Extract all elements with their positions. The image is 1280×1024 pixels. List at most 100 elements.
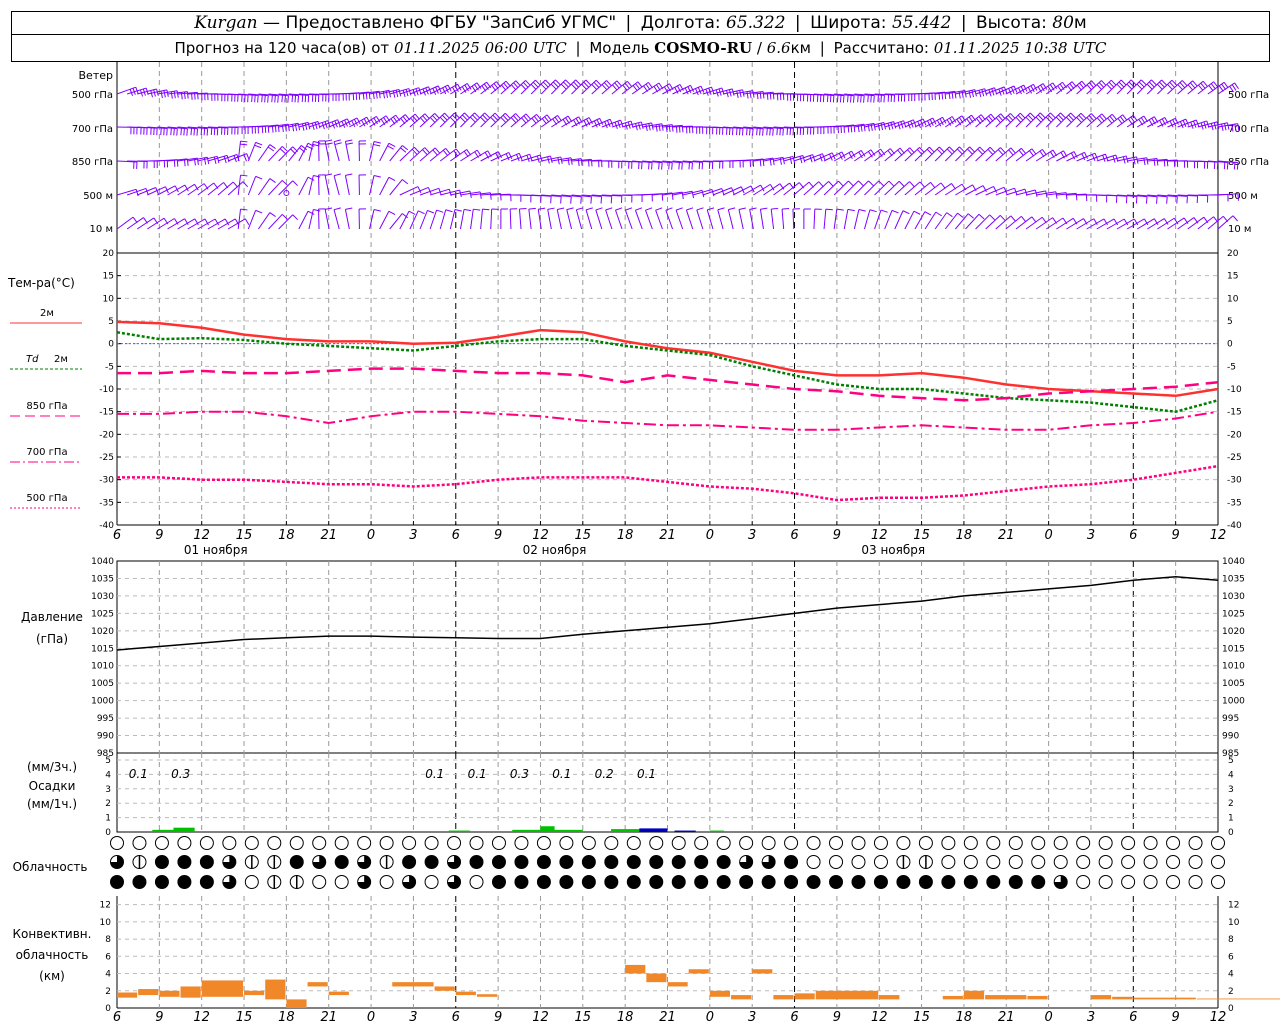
cloud-symbol: [1211, 875, 1225, 889]
wind-barb-flag: [930, 182, 936, 189]
wind-barb-flag: [1035, 116, 1042, 123]
wind-barb-flag: [898, 180, 905, 187]
wind-barb-flag: [1187, 84, 1194, 91]
wind-barb-flag: [707, 207, 715, 211]
wind-barb-flag: [847, 95, 849, 103]
conv-x-tick-label: 9: [833, 1010, 841, 1024]
wind-barb-flag: [333, 207, 341, 211]
wind-barb-flag: [635, 123, 638, 131]
temp-ytick-label-right: -40: [1227, 521, 1242, 531]
wind-barb-flag: [738, 207, 746, 210]
conv-title-line1: Конвективн.: [13, 927, 92, 941]
conv-ytick-label-right: 6: [1228, 952, 1234, 962]
wind-barb-flag: [445, 148, 451, 155]
wind-barb-staff: [738, 209, 744, 230]
wind-barb-flag: [267, 95, 269, 103]
wind-barb-flag: [626, 80, 633, 88]
wind-barb-flag: [206, 128, 209, 136]
pressure-ytick-label: 1040: [91, 557, 114, 567]
wind-barb-flag: [989, 214, 995, 221]
wind-barb-flag: [839, 95, 842, 103]
cloud-symbol: [1098, 875, 1113, 889]
wind-barb-flag: [269, 144, 276, 149]
wind-barb-flag: [163, 90, 166, 98]
wind-barb-flag: [1140, 79, 1147, 86]
cloud-symbol: [447, 836, 462, 850]
cloud-symbol: [1143, 875, 1158, 889]
wind-barb-flag: [255, 209, 263, 214]
wind-barb-flag: [1029, 150, 1035, 157]
wind-barb-staff: [843, 209, 849, 230]
wind-barb-flag: [818, 181, 824, 188]
wind-barb-flag: [281, 95, 283, 103]
legend-label: 850 гПа: [26, 401, 67, 412]
wind-barb-flag: [240, 140, 248, 143]
conv-x-tick-label: 21: [998, 1010, 1015, 1024]
pressure-ytick-label-right: 990: [1222, 732, 1239, 742]
wind-barb-flag: [842, 95, 845, 103]
wind-barb-flag: [500, 117, 507, 123]
wind-barb-staff: [717, 209, 724, 230]
wind-barb-flag: [1057, 114, 1064, 121]
cloud-symbol: [514, 836, 529, 850]
conv-ytick-label-right: 10: [1228, 918, 1240, 928]
precip-3h-value: 0.3: [171, 767, 190, 781]
wind-barb-flag: [637, 81, 643, 88]
wind-barb-staff: [157, 185, 176, 196]
temp-ytick-label-right: -10: [1227, 385, 1242, 395]
wind-barb-flag: [532, 81, 539, 88]
wind-barb-flag: [1234, 82, 1239, 90]
cloud-symbol: [244, 836, 259, 850]
wind-barb-flag: [1060, 112, 1066, 119]
wind-barb-flag: [828, 181, 834, 187]
wind-barb-flag: [1031, 148, 1037, 155]
wind-barb-staff: [753, 183, 771, 196]
wind-barb-flag: [405, 89, 409, 97]
wind-barb-staff: [490, 208, 493, 230]
wind-barb-flag: [880, 209, 888, 213]
wind-barb-flag: [292, 214, 299, 221]
wind-barb-flag: [997, 149, 1004, 156]
x-tick-label: 15: [913, 528, 930, 543]
wind-barb-staff: [1157, 217, 1175, 230]
conv-x-tick-label: 12: [532, 1010, 549, 1024]
cloud-symbol: [1211, 836, 1225, 850]
cloud-symbol: [1031, 855, 1046, 869]
wind-barb-flag: [860, 95, 862, 103]
pressure-ytick-label: 1025: [91, 609, 114, 619]
cloud-symbol: [806, 855, 821, 869]
wind-barb-flag: [1029, 112, 1036, 119]
conv-cloud-bar: [476, 994, 498, 997]
cloud-symbol: [739, 836, 754, 850]
wind-barb-flag: [388, 210, 396, 215]
conv-cloud-bar: [963, 990, 985, 1000]
cloud-symbol: [873, 836, 888, 850]
wind-barb-flag: [648, 162, 650, 170]
conv-x-tick-label: 6: [1129, 1010, 1137, 1024]
wind-barb-flag: [848, 180, 854, 187]
conv-ytick-label-right: 2: [1228, 987, 1234, 997]
cloud-symbol: [1121, 855, 1136, 869]
cloud-symbol: [986, 855, 1001, 869]
wind-barb-flag: [571, 83, 577, 90]
wind-barb-flag: [180, 128, 182, 136]
wind-barb-flag: [160, 91, 163, 99]
conv-x-tick-label: 12: [193, 1010, 210, 1024]
conv-cloud-bar: [731, 995, 752, 1000]
conv-x-tick-label: 3: [409, 1010, 417, 1024]
wind-barb-staff: [743, 184, 761, 196]
precip-ytick-label-right: 3: [1228, 785, 1234, 795]
cloud-symbol: [671, 875, 686, 889]
wind-barbs-group: [116, 79, 1240, 230]
wind-barb-flag: [857, 95, 859, 103]
wind-barb-staff: [389, 213, 403, 230]
wind-barb-flag: [183, 128, 185, 136]
wind-barb-flag: [1020, 147, 1027, 155]
cloud-symbol: [941, 875, 956, 889]
cloud-symbol: [154, 875, 169, 889]
wind-barb-flag: [515, 113, 521, 120]
wind-barb-flag: [170, 91, 173, 99]
cloud-symbol: [626, 875, 641, 889]
wind-barb-flag: [325, 207, 333, 210]
temp-ytick-label: -25: [99, 453, 114, 463]
